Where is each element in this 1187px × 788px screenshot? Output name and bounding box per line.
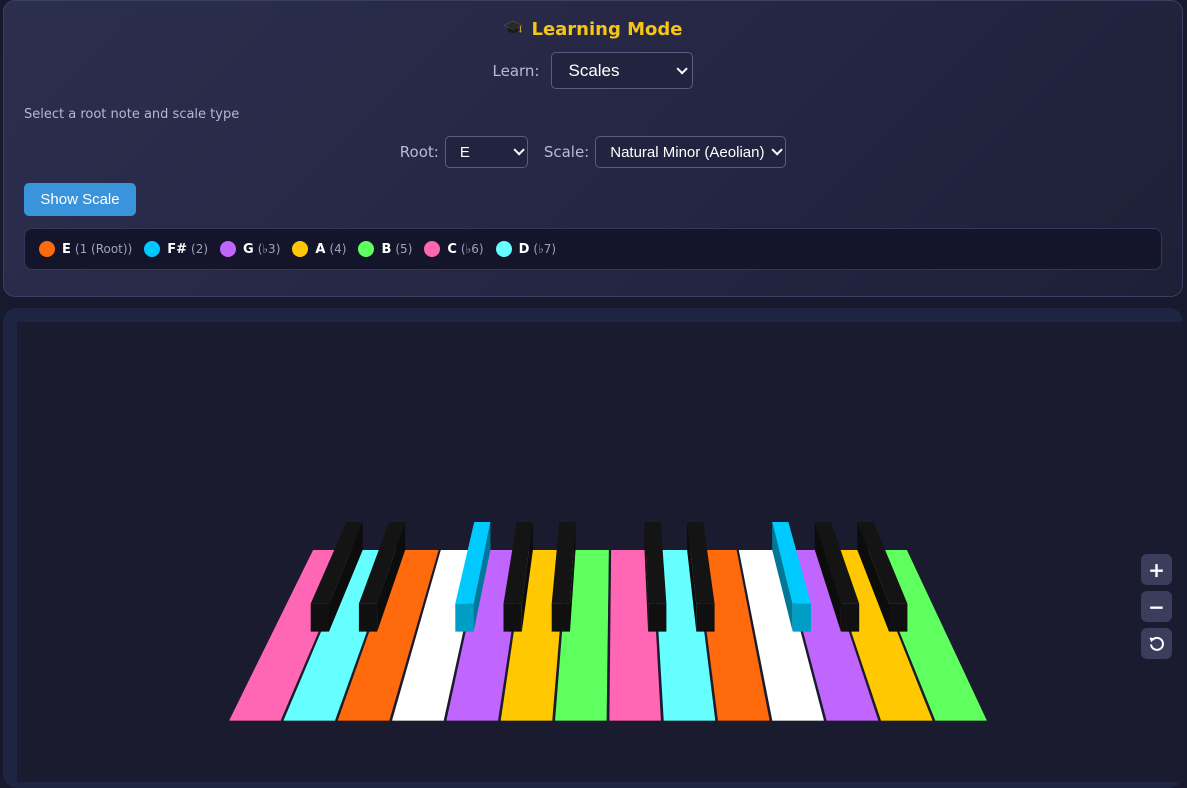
legend-dot <box>424 241 441 257</box>
legend-item: D (♭7) <box>495 241 557 257</box>
legend-note: D <box>518 241 530 257</box>
page-title: Learning Mode <box>4 19 1182 41</box>
legend-degree: (♭7) <box>533 242 557 256</box>
legend-item: A (4) <box>292 241 346 257</box>
legend-note: A <box>315 241 326 257</box>
piano-3d-viewport[interactable] <box>17 322 1183 782</box>
legend-note: F# <box>167 241 188 257</box>
chevron-down-icon <box>771 144 784 156</box>
learn-row: Learn: Scales <box>4 52 1182 89</box>
root-select[interactable]: E <box>444 136 528 168</box>
graduation-cap-icon <box>503 20 524 41</box>
legend-item: F# (2) <box>144 241 208 257</box>
legend-note: C <box>447 241 457 257</box>
legend-note: B <box>381 241 392 257</box>
learning-panel: Learning Mode Learn: Scales Select a roo… <box>3 0 1183 297</box>
legend-dot <box>495 241 512 257</box>
legend-degree: (4) <box>329 242 347 256</box>
legend-item: G (♭3) <box>220 241 280 257</box>
zoom-out-button[interactable]: − <box>1141 591 1172 622</box>
show-scale-button[interactable]: Show Scale <box>24 183 136 216</box>
legend-item: E (1 (Root)) <box>39 241 132 257</box>
legend-dot <box>39 241 55 257</box>
learn-select[interactable]: Scales <box>551 52 694 89</box>
zoom-in-button[interactable]: + <box>1141 554 1172 585</box>
rotate-icon <box>1149 636 1164 651</box>
learn-label: Learn: <box>492 61 540 80</box>
legend-note: E <box>62 241 71 257</box>
root-label: Root: <box>399 143 439 161</box>
learn-select-value: Scales <box>568 60 620 80</box>
legend-item: B (5) <box>358 241 412 257</box>
scale-legend: E (1 (Root)) F# (2) G (♭3) A (4) B (5) C… <box>24 228 1162 270</box>
legend-degree: (♭3) <box>257 242 281 256</box>
root-select-value: E <box>459 143 470 161</box>
legend-dot <box>220 241 237 257</box>
chevron-down-icon <box>676 62 689 75</box>
scale-label: Scale: <box>543 143 590 161</box>
chevron-down-icon <box>513 144 525 156</box>
legend-degree: (1 (Root)) <box>74 242 133 256</box>
legend-note: G <box>243 241 254 257</box>
legend-item: C (♭6) <box>424 241 484 257</box>
legend-dot <box>358 241 375 257</box>
legend-dot <box>292 241 309 257</box>
legend-degree: (♭6) <box>460 242 484 256</box>
legend-degree: (2) <box>191 242 209 256</box>
legend-degree: (5) <box>395 242 413 256</box>
scale-select-value: Natural Minor (Aeolian) <box>610 143 765 161</box>
scale-options-row: Root: E Scale: Natural Minor (Aeolian) <box>4 136 1182 168</box>
reset-view-button[interactable] <box>1141 628 1172 659</box>
scale-select[interactable]: Natural Minor (Aeolian) <box>595 136 787 168</box>
legend-dot <box>144 241 161 257</box>
instruction-text: Select a root note and scale type <box>24 107 240 122</box>
title-text: Learning Mode <box>531 19 683 40</box>
